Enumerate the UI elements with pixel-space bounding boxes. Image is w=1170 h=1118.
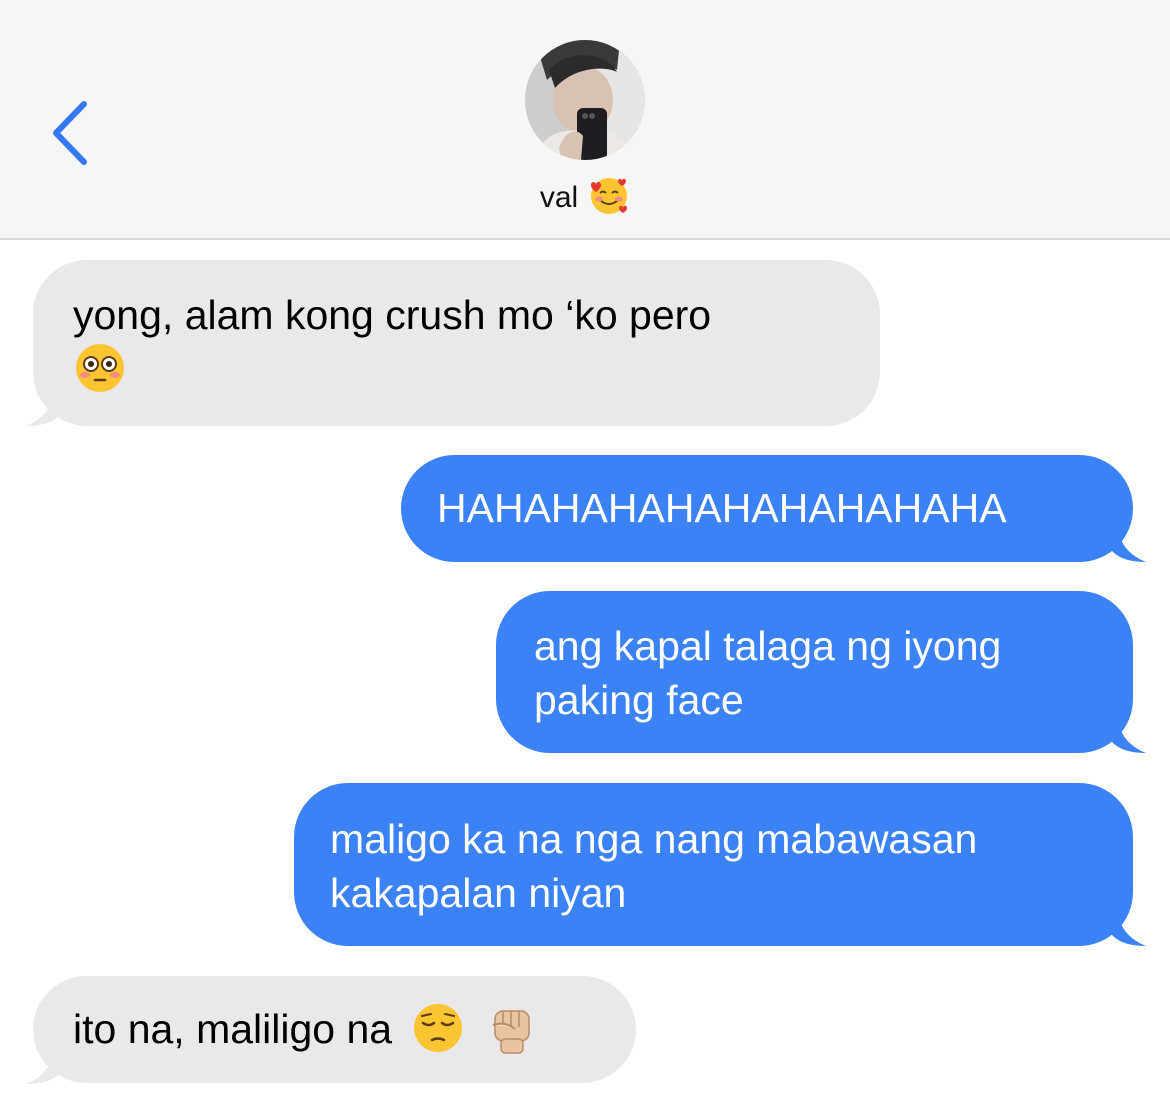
conversation-header: val: [0, 0, 1170, 240]
message-text: yong, alam kong crush mo ‘ko pero: [73, 292, 712, 338]
message-text: ang kapal talaga ng iyong paking face: [534, 623, 1002, 723]
flushed-face-icon: [73, 341, 127, 395]
message-text: ito na, maliligo na: [73, 1006, 393, 1052]
smiling-face-with-hearts-icon: [588, 175, 630, 217]
contact-name: val: [539, 180, 579, 214]
bubble-tail: [26, 1044, 62, 1084]
bubble-tail: [1110, 908, 1146, 946]
message-text: HAHAHAHAHAHAHAHAHAHA: [437, 485, 1007, 531]
message-sent[interactable]: maligo ka na nga nang mabawasan kakapala…: [294, 783, 1133, 946]
chevron-left-icon: [53, 101, 87, 165]
contact-avatar[interactable]: [525, 40, 645, 160]
message-received[interactable]: yong, alam kong crush mo ‘ko pero: [33, 260, 880, 426]
back-button[interactable]: [40, 96, 100, 170]
contact-name-button[interactable]: val: [0, 178, 1170, 220]
raised-fist-icon: [485, 1001, 539, 1055]
message-received[interactable]: ito na, maliligo na: [33, 976, 636, 1083]
message-sent[interactable]: ang kapal talaga ng iyong paking face: [496, 591, 1133, 753]
bubble-tail: [26, 386, 62, 426]
bubble-tail: [1110, 715, 1146, 753]
bubble-tail: [1110, 524, 1146, 562]
message-sent[interactable]: HAHAHAHAHAHAHAHAHAHA: [401, 455, 1133, 562]
message-text: maligo ka na nga nang mabawasan kakapala…: [330, 816, 978, 916]
pensive-face-icon: [411, 1001, 465, 1055]
